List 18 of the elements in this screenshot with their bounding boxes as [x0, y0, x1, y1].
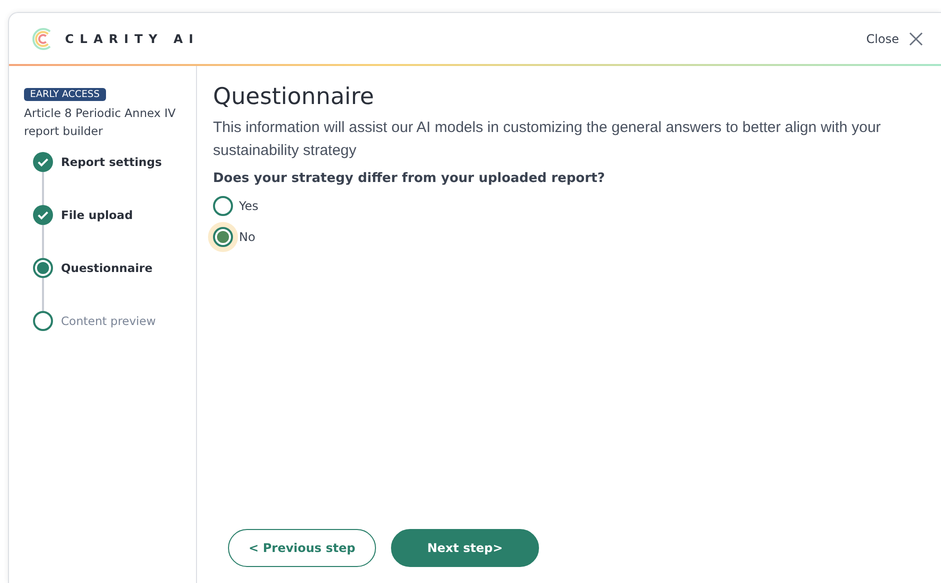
- step-label[interactable]: File upload: [61, 208, 133, 222]
- option-label: No: [239, 230, 256, 244]
- option-label: Yes: [239, 198, 258, 212]
- step-label[interactable]: Questionnaire: [61, 261, 152, 275]
- description: This information will assist our AI models in customizing the general answers to better align with your sustainability strategy: [213, 118, 882, 161]
- radio-button[interactable]: [213, 196, 233, 216]
- question: Does your strategy differ from your uploaded report?: [213, 171, 606, 186]
- next-step-button[interactable]: Next step>: [391, 529, 539, 567]
- report-title: Article 8 Periodic Annex IV report builder: [24, 105, 177, 140]
- step-label[interactable]: Content preview: [61, 314, 156, 328]
- brand-name: CLARITY AI: [65, 32, 200, 46]
- step-label[interactable]: Report settings: [61, 155, 162, 169]
- close-button[interactable]: Close: [866, 32, 923, 46]
- previous-step-button[interactable]: < Previous step: [228, 529, 376, 567]
- radio-button[interactable]: [213, 226, 233, 246]
- close-icon: [909, 32, 923, 46]
- page-title: Questionnaire: [213, 84, 376, 110]
- early-access-badge: EARLY ACCESS: [24, 88, 106, 101]
